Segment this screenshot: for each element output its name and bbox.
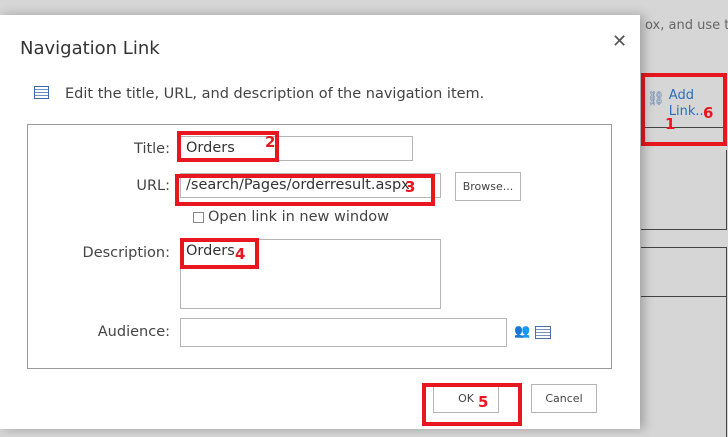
description-label: Description: <box>82 245 170 261</box>
new-window-label: Open link in new window <box>208 209 390 225</box>
dialog-intro: Edit the title, URL, and description of … <box>65 86 485 102</box>
browse-directory-icon[interactable] <box>535 326 551 339</box>
navigation-link-dialog: Navigation Link ✕ Edit the title, URL, a… <box>0 15 640 429</box>
annotation-number: 5 <box>478 393 489 411</box>
annotation-box <box>180 238 259 269</box>
browse-button[interactable]: Browse... <box>455 172 521 201</box>
new-window-checkbox[interactable] <box>193 212 204 223</box>
annotation-number: 1 <box>665 115 676 133</box>
cancel-button[interactable]: Cancel <box>531 384 597 413</box>
close-icon[interactable]: ✕ <box>612 31 627 52</box>
annotation-number: 4 <box>235 245 246 263</box>
annotation-box <box>177 131 279 162</box>
list-icon <box>34 86 49 99</box>
url-label: URL: <box>136 178 170 194</box>
dialog-title: Navigation Link <box>20 38 160 59</box>
check-names-icon[interactable]: 👥 <box>514 324 530 339</box>
background-panel <box>641 297 727 437</box>
annotation-number: 3 <box>405 178 416 196</box>
audience-input[interactable] <box>180 318 507 347</box>
background-panel <box>641 247 727 297</box>
background-panel <box>641 150 727 230</box>
annotation-box <box>641 73 727 146</box>
background-text: ox, and use the <box>645 18 728 33</box>
title-label: Title: <box>134 141 170 157</box>
annotation-number: 6 <box>703 104 714 122</box>
annotation-box <box>175 174 435 206</box>
annotation-number: 2 <box>265 133 276 151</box>
audience-label: Audience: <box>97 324 170 340</box>
annotation-box <box>422 383 522 426</box>
